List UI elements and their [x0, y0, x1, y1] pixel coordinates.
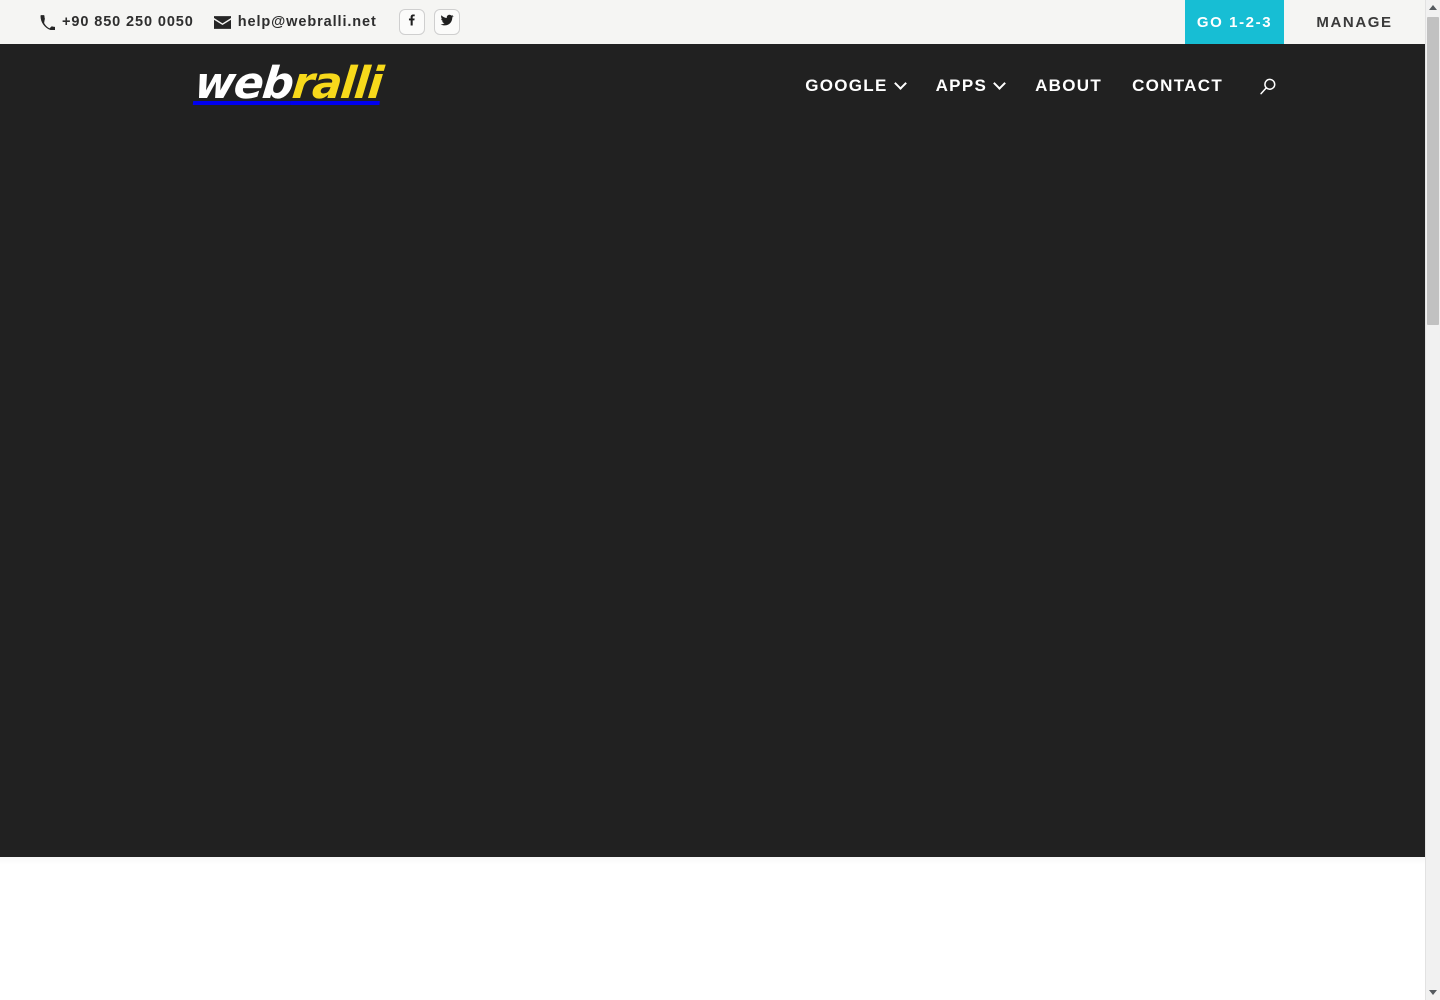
vertical-scrollbar[interactable] [1425, 0, 1440, 1000]
phone-icon [40, 14, 55, 30]
site-header: webralli GOOGLE APPS ABOUT CONTACT [0, 44, 1425, 134]
site-logo[interactable]: webralli [192, 58, 384, 109]
twitter-icon [440, 13, 454, 32]
content-section-below-hero [0, 857, 1425, 1000]
phone-contact[interactable]: +90 850 250 0050 [40, 14, 194, 30]
page-root: +90 850 250 0050 help@webralli.net GO 1-… [0, 0, 1440, 1000]
topbar-contact-group: +90 850 250 0050 help@webralli.net [0, 0, 1185, 44]
nav-item-apps[interactable]: APPS [936, 76, 1006, 96]
top-utility-bar: +90 850 250 0050 help@webralli.net GO 1-… [0, 0, 1425, 44]
nav-label-contact: CONTACT [1132, 76, 1223, 95]
hero-banner [0, 134, 1425, 857]
chevron-down-icon [995, 79, 1005, 89]
nav-label-about: ABOUT [1035, 76, 1103, 95]
social-links [398, 9, 469, 35]
nav-label-apps: APPS [935, 76, 988, 95]
chevron-down-icon [896, 79, 906, 89]
nav-item-contact[interactable]: CONTACT [1132, 76, 1223, 96]
logo-text-light: web [192, 58, 296, 109]
nav-label-google: GOOGLE [805, 76, 888, 95]
dark-header-hero-section: webralli GOOGLE APPS ABOUT CONTACT [0, 44, 1425, 857]
twitter-link[interactable] [433, 9, 460, 35]
browser-viewport: +90 850 250 0050 help@webralli.net GO 1-… [0, 0, 1425, 1000]
scrollbar-thumb[interactable] [1427, 17, 1439, 325]
facebook-link[interactable] [398, 9, 425, 35]
nav-item-google[interactable]: GOOGLE [805, 76, 905, 96]
manage-button[interactable]: MANAGE [1284, 0, 1425, 44]
logo-text-accent: ralli [289, 58, 385, 109]
topbar-actions: GO 1-2-3 MANAGE [1185, 0, 1425, 44]
phone-number-text: +90 850 250 0050 [62, 14, 194, 30]
go-123-button[interactable]: GO 1-2-3 [1185, 0, 1284, 44]
email-contact[interactable]: help@webralli.net [213, 14, 377, 30]
scroll-down-arrow-icon[interactable] [1426, 985, 1440, 1000]
nav-item-about[interactable]: ABOUT [1035, 76, 1102, 96]
email-address-text: help@webralli.net [237, 14, 377, 30]
main-navigation: GOOGLE APPS ABOUT CONTACT [805, 74, 1280, 98]
facebook-icon [405, 13, 418, 31]
envelope-icon [213, 15, 231, 29]
scroll-up-arrow-icon[interactable] [1426, 0, 1440, 15]
search-icon[interactable] [1256, 74, 1280, 98]
